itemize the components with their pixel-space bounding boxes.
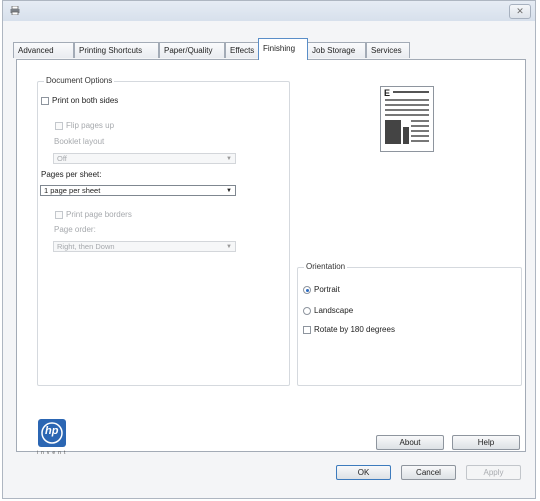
portrait-label: Portrait [314, 285, 340, 294]
help-button[interactable]: Help [452, 435, 520, 450]
close-button[interactable]: ✕ [509, 4, 531, 19]
page-order-label: Page order: [54, 225, 96, 234]
tab-label: Services [371, 46, 402, 55]
tab-label: Job Storage [312, 46, 356, 55]
page-preview: E [380, 86, 434, 152]
preview-page-icon [385, 91, 429, 144]
flip-pages-up-label: Flip pages up [66, 121, 115, 130]
ok-button[interactable]: OK [336, 465, 391, 480]
orientation-legend: Orientation [304, 262, 348, 271]
tab-printing-shortcuts[interactable]: Printing Shortcuts [74, 42, 159, 58]
booklet-layout-select[interactable]: Off ▼ [53, 153, 236, 164]
hp-logo: hp [38, 419, 66, 447]
tab-advanced[interactable]: Advanced [13, 42, 74, 58]
tab-label: Printing Shortcuts [79, 46, 143, 55]
page-order-select[interactable]: Right, then Down ▼ [53, 241, 236, 252]
chevron-down-icon: ▼ [226, 156, 232, 162]
cancel-button[interactable]: Cancel [401, 465, 456, 480]
tab-label: Effects [230, 46, 255, 55]
print-both-sides-checkbox[interactable] [41, 97, 49, 105]
tab-label: Finishing [263, 44, 296, 53]
print-page-borders-label: Print page borders [66, 210, 132, 219]
hp-logo-mark: hp [45, 425, 59, 437]
radio-selected-dot [305, 288, 309, 292]
chevron-down-icon: ▼ [226, 244, 232, 250]
portrait-radio[interactable] [303, 286, 311, 294]
landscape-label: Landscape [314, 306, 354, 315]
landscape-radio[interactable] [303, 307, 311, 315]
pages-per-sheet-value: 1 page per sheet [44, 186, 101, 195]
pages-per-sheet-label: Pages per sheet: [41, 170, 102, 179]
tab-services[interactable]: Services [366, 42, 410, 58]
tab-effects[interactable]: Effects [225, 42, 259, 58]
flip-pages-up-checkbox[interactable] [55, 122, 63, 130]
page-order-value: Right, then Down [57, 242, 115, 251]
rotate-180-label: Rotate by 180 degrees [314, 325, 395, 334]
print-both-sides-label: Print on both sides [52, 96, 119, 105]
chevron-down-icon: ▼ [226, 188, 232, 194]
tab-finishing[interactable]: Finishing [258, 38, 308, 60]
pages-per-sheet-select[interactable]: 1 page per sheet ▼ [40, 185, 236, 196]
printer-properties-window: ✕ Advanced Printing Shortcuts Paper/Qual… [2, 0, 536, 499]
hp-logo-tagline: invent [37, 450, 69, 456]
rotate-180-checkbox[interactable] [303, 326, 311, 334]
booklet-layout-value: Off [57, 154, 67, 163]
tab-paper-quality[interactable]: Paper/Quality [159, 42, 225, 58]
close-icon: ✕ [516, 6, 524, 16]
tab-job-storage[interactable]: Job Storage [307, 42, 366, 58]
booklet-layout-label: Booklet layout [54, 137, 105, 146]
about-button[interactable]: About [376, 435, 444, 450]
printer-icon [10, 6, 20, 15]
print-page-borders-checkbox[interactable] [55, 211, 63, 219]
tab-label: Paper/Quality [164, 46, 213, 55]
title-bar: ✕ [3, 1, 535, 21]
apply-button[interactable]: Apply [466, 465, 521, 480]
document-options-legend: Document Options [44, 76, 115, 85]
tab-label: Advanced [18, 46, 54, 55]
